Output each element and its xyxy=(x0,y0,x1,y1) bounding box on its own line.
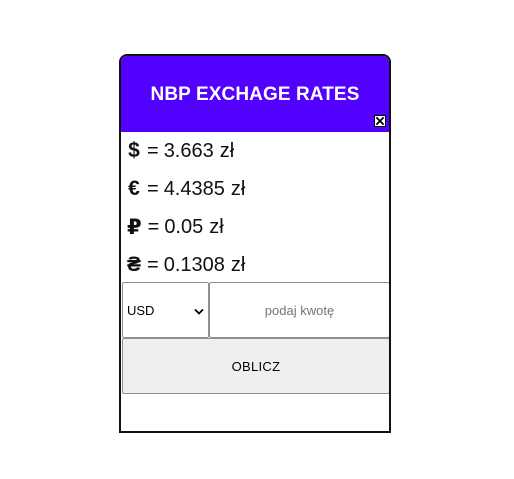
calculate-button[interactable]: OBLICZ xyxy=(122,338,389,394)
rate-value: 4.4385 xyxy=(163,177,225,200)
close-button[interactable] xyxy=(374,115,386,127)
currency-select[interactable]: USD xyxy=(122,282,209,338)
hryvnia-symbol: ₴ xyxy=(127,253,142,276)
widget-header: NBP EXCHAGE RATES xyxy=(121,56,389,132)
chevron-down-icon xyxy=(194,303,204,318)
converter-controls: USD xyxy=(122,282,389,338)
rate-row-rub: ₽ = 0.05 zł xyxy=(127,208,387,246)
amount-input[interactable] xyxy=(209,282,389,338)
rate-value: 0.05 xyxy=(164,215,204,238)
close-icon xyxy=(376,117,384,125)
rate-unit: zł xyxy=(230,253,246,276)
currency-select-value: USD xyxy=(127,302,155,318)
rate-unit: zł xyxy=(219,139,235,162)
rate-unit: zł xyxy=(230,177,246,200)
euro-symbol: € xyxy=(128,177,140,200)
rate-row-usd: $ = 3.663 zł xyxy=(127,132,387,170)
rate-unit: zł xyxy=(209,215,224,238)
ruble-symbol: ₽ xyxy=(127,215,142,239)
equals-sign: = xyxy=(147,215,160,238)
equals-sign: = xyxy=(147,139,159,162)
dollar-symbol: $ xyxy=(128,139,140,162)
rate-value: 0.1308 xyxy=(163,253,225,276)
rate-row-eur: € = 4.4385 zł xyxy=(127,170,387,208)
rate-value: 3.663 xyxy=(163,139,214,162)
rates-list: $ = 3.663 zł € = 4.4385 zł ₽ = 0.05 zł ₴… xyxy=(127,132,387,284)
exchange-rates-widget: NBP EXCHAGE RATES $ = 3.663 zł € = 4.438… xyxy=(119,54,391,433)
widget-title: NBP EXCHAGE RATES xyxy=(150,84,360,105)
equals-sign: = xyxy=(147,177,159,200)
rate-row-uah: ₴ = 0.1308 zł xyxy=(127,246,387,284)
equals-sign: = xyxy=(147,253,159,276)
